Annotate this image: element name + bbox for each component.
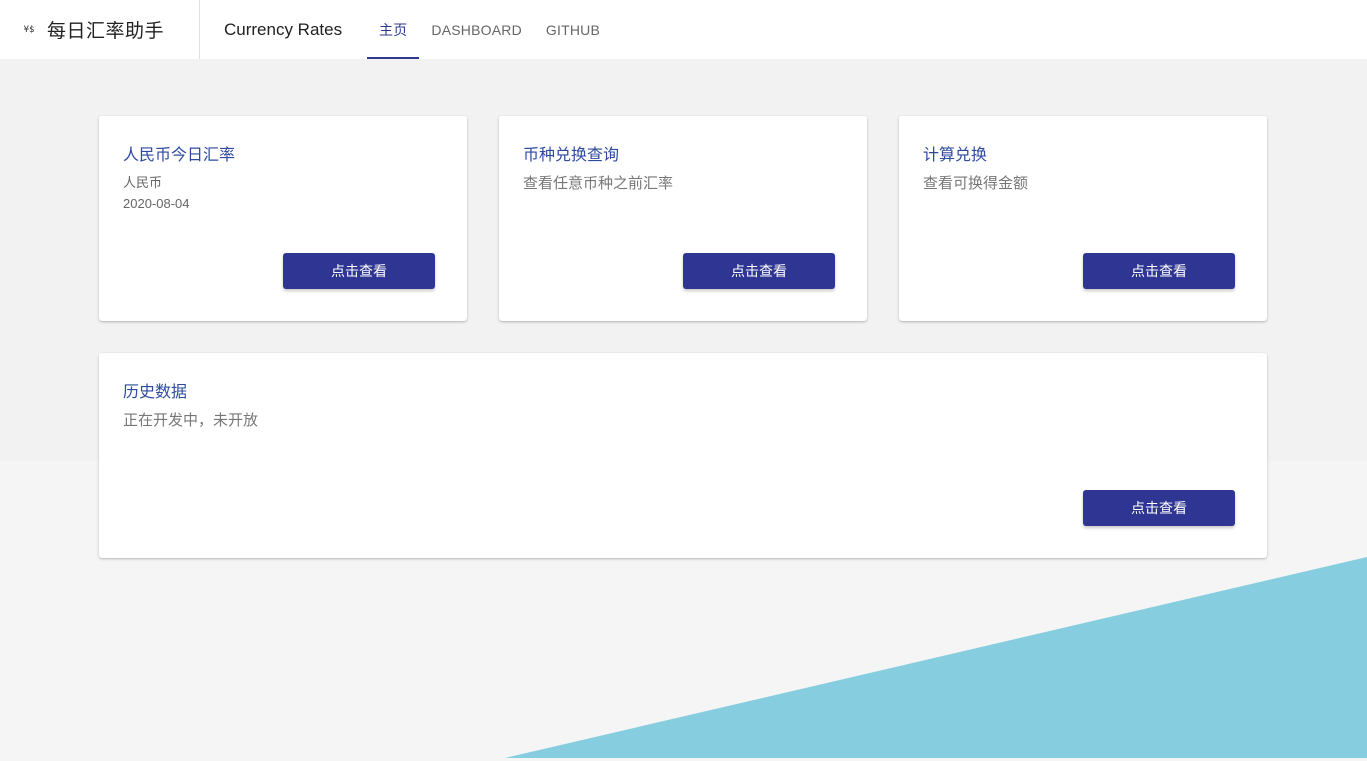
- view-rmb-rates-button[interactable]: 点击查看: [283, 253, 435, 289]
- card-calculate-exchange: 计算兑换 查看可换得金额 点击查看: [899, 116, 1267, 321]
- view-calculate-button[interactable]: 点击查看: [1083, 253, 1235, 289]
- card-title: 计算兑换: [923, 145, 988, 164]
- card-title: 人民币今日汇率: [123, 145, 236, 164]
- card-subtitle: 查看任意币种之前汇率: [523, 174, 674, 192]
- card-subtitle: 查看可换得金额: [923, 174, 1029, 192]
- card-title: 历史数据: [123, 382, 188, 401]
- card-currency-label: 人民币: [123, 176, 163, 191]
- view-history-button[interactable]: 点击查看: [1083, 490, 1235, 526]
- card-rmb-today-rates: 人民币今日汇率 人民币 2020-08-04 点击查看: [99, 116, 467, 321]
- card-historical-data: 历史数据 正在开发中，未开放 点击查看: [99, 353, 1267, 558]
- card-title: 币种兑换查询: [523, 145, 620, 164]
- card-subtitle: 正在开发中，未开放: [123, 411, 259, 429]
- view-exchange-query-button[interactable]: 点击查看: [683, 253, 835, 289]
- card-date: 2020-08-04: [123, 196, 190, 211]
- card-currency-exchange-query: 币种兑换查询 查看任意币种之前汇率 点击查看: [499, 116, 867, 321]
